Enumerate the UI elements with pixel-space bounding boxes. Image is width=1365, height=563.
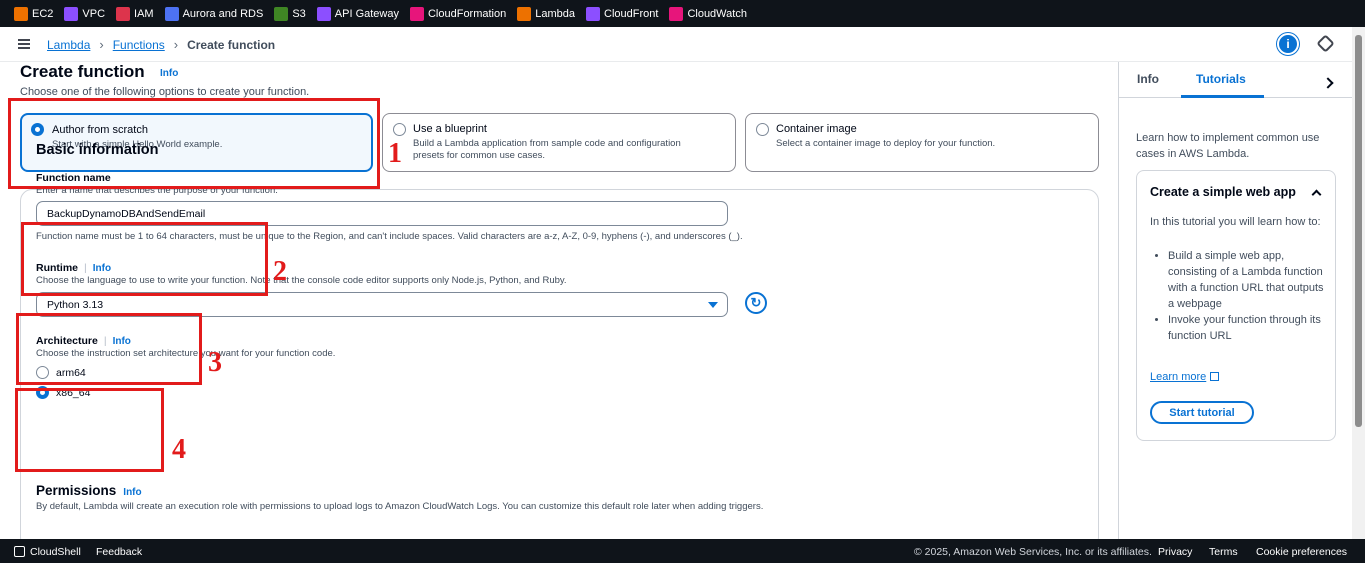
- service-icon: [586, 6, 601, 21]
- active-tab-indicator: [1181, 95, 1264, 98]
- annotation-number-1: 1: [388, 138, 402, 169]
- service-label: CloudFront: [604, 7, 659, 20]
- service-label: S3: [292, 7, 306, 20]
- service-label: EC2: [32, 7, 54, 20]
- chevron-right-icon: ›: [173, 37, 179, 52]
- permissions-info-link[interactable]: Info: [123, 487, 141, 498]
- copyright-text: © 2025, Amazon Web Services, Inc. or its…: [914, 546, 1152, 558]
- learn-more-label: Learn more: [1150, 371, 1207, 383]
- list-item: Build a simple web app, consisting of a …: [1168, 248, 1328, 312]
- info-icon[interactable]: i: [1277, 33, 1299, 55]
- tutorial-title[interactable]: Create a simple web app: [1150, 185, 1296, 199]
- permissions-desc: By default, Lambda will create an execut…: [36, 501, 764, 512]
- service-link-vpc[interactable]: VPC: [64, 6, 106, 21]
- service-link-cloudwatch[interactable]: CloudWatch: [669, 6, 747, 21]
- service-link-api-gateway[interactable]: API Gateway: [316, 6, 399, 21]
- function-name-value: BackupDynamoDBAndSendEmail: [47, 207, 206, 220]
- service-icon: [669, 6, 684, 21]
- cloudshell-icon[interactable]: [14, 546, 25, 557]
- service-link-s3[interactable]: S3: [274, 6, 306, 21]
- service-link-cloudfront[interactable]: CloudFront: [586, 6, 659, 21]
- service-icon: [409, 6, 424, 21]
- option-blueprint-title: Use a blueprint: [413, 123, 487, 135]
- runtime-value: Python 3.13: [47, 298, 104, 311]
- service-label: Lambda: [535, 7, 576, 20]
- help-panel-tabs: Info Tutorials: [1119, 62, 1353, 98]
- breadcrumb-lambda[interactable]: Lambda: [47, 38, 90, 52]
- annotation-box-3: [16, 313, 202, 385]
- tab-tutorials[interactable]: Tutorials: [1196, 72, 1246, 86]
- breadcrumb: Lambda › Functions › Create function: [47, 37, 275, 52]
- tutorial-body: In this tutorial you will learn how to:: [1150, 216, 1321, 228]
- chevron-right-icon[interactable]: [1322, 77, 1334, 89]
- page-title-info-link[interactable]: Info: [160, 68, 178, 79]
- cookie-preferences-link[interactable]: Cookie preferences: [1256, 546, 1347, 558]
- service-label: Aurora and RDS: [182, 7, 264, 20]
- help-panel: Info Tutorials Learn how to implement co…: [1118, 62, 1353, 539]
- learn-more-link[interactable]: Learn more: [1150, 371, 1220, 383]
- service-icon: [64, 6, 79, 21]
- service-icon: [164, 6, 179, 21]
- annotation-box-2: [21, 222, 268, 296]
- cloudshell-link[interactable]: CloudShell: [30, 546, 81, 558]
- chevron-right-icon: ›: [99, 37, 104, 52]
- breadcrumb-current: Create function: [187, 37, 276, 52]
- service-label: API Gateway: [334, 7, 399, 20]
- tutorials-intro: Learn how to implement common use cases …: [1136, 132, 1320, 160]
- service-link-lambda[interactable]: Lambda: [517, 6, 576, 21]
- start-tutorial-button[interactable]: Start tutorial: [1150, 401, 1254, 424]
- external-link-icon: [1210, 372, 1220, 381]
- terms-link[interactable]: Terms: [1209, 546, 1238, 558]
- service-link-iam[interactable]: IAM: [116, 6, 154, 21]
- page-scrollbar[interactable]: [1352, 27, 1365, 539]
- service-label: CloudWatch: [687, 7, 747, 20]
- service-icon: [517, 6, 532, 21]
- tutorial-list: Build a simple web app, consisting of a …: [1168, 248, 1328, 344]
- annotation-number-4: 4: [172, 434, 186, 465]
- service-icon: [14, 6, 28, 21]
- annotation-number-3: 3: [208, 347, 222, 378]
- annotation-number-2: 2: [273, 256, 287, 287]
- console-header: Lambda › Functions › Create function i: [0, 27, 1352, 62]
- page-subtitle: Choose one of the following options to c…: [20, 86, 310, 98]
- option-container-image[interactable]: Container image Select a container image…: [745, 113, 1099, 172]
- page-title: Create function: [20, 62, 145, 81]
- service-icon: [274, 6, 289, 21]
- breadcrumb-functions[interactable]: Functions: [113, 38, 165, 52]
- service-label: IAM: [134, 7, 154, 20]
- service-link-aurora-and-rds[interactable]: Aurora and RDS: [164, 6, 264, 21]
- service-link-cloudformation[interactable]: CloudFormation: [409, 6, 507, 21]
- service-icon: [316, 6, 331, 21]
- main-content: Create function Info Choose one of the f…: [0, 62, 1118, 539]
- list-item: Invoke your function through its functio…: [1168, 312, 1328, 344]
- permissions-label: Permissions: [36, 483, 117, 498]
- tab-info[interactable]: Info: [1137, 72, 1159, 86]
- permissions-label-group: Permissions Info: [36, 483, 142, 498]
- service-label: CloudFormation: [427, 7, 507, 20]
- annotation-box-1: [8, 98, 380, 189]
- option-blueprint-desc: Build a Lambda application from sample c…: [413, 138, 681, 161]
- radio-container[interactable]: [756, 123, 769, 136]
- option-container-desc: Select a container image to deploy for y…: [776, 138, 996, 149]
- scrollbar-thumb[interactable]: [1355, 35, 1362, 427]
- service-icon: [116, 6, 131, 21]
- feedback-link[interactable]: Feedback: [96, 546, 142, 558]
- console-footer: CloudShell Feedback © 2025, Amazon Web S…: [0, 539, 1365, 563]
- radio-blueprint[interactable]: [393, 123, 406, 136]
- option-container-title: Container image: [776, 123, 857, 135]
- service-link-ec2[interactable]: EC2: [14, 6, 54, 21]
- annotation-box-4: [15, 388, 164, 472]
- option-use-blueprint[interactable]: Use a blueprint Build a Lambda applicati…: [382, 113, 736, 172]
- tutorial-card: Create a simple web app In this tutorial…: [1136, 170, 1336, 441]
- service-label: VPC: [82, 7, 106, 20]
- caret-down-icon: [708, 302, 718, 308]
- menu-icon[interactable]: [18, 39, 30, 49]
- refresh-icon[interactable]: ↻: [745, 292, 767, 314]
- chevron-up-icon[interactable]: [1311, 189, 1322, 200]
- privacy-link[interactable]: Privacy: [1158, 546, 1192, 558]
- services-bar: EC2 VPC IAM Aurora and RDS S3 API Gateway Clou…: [0, 0, 1365, 27]
